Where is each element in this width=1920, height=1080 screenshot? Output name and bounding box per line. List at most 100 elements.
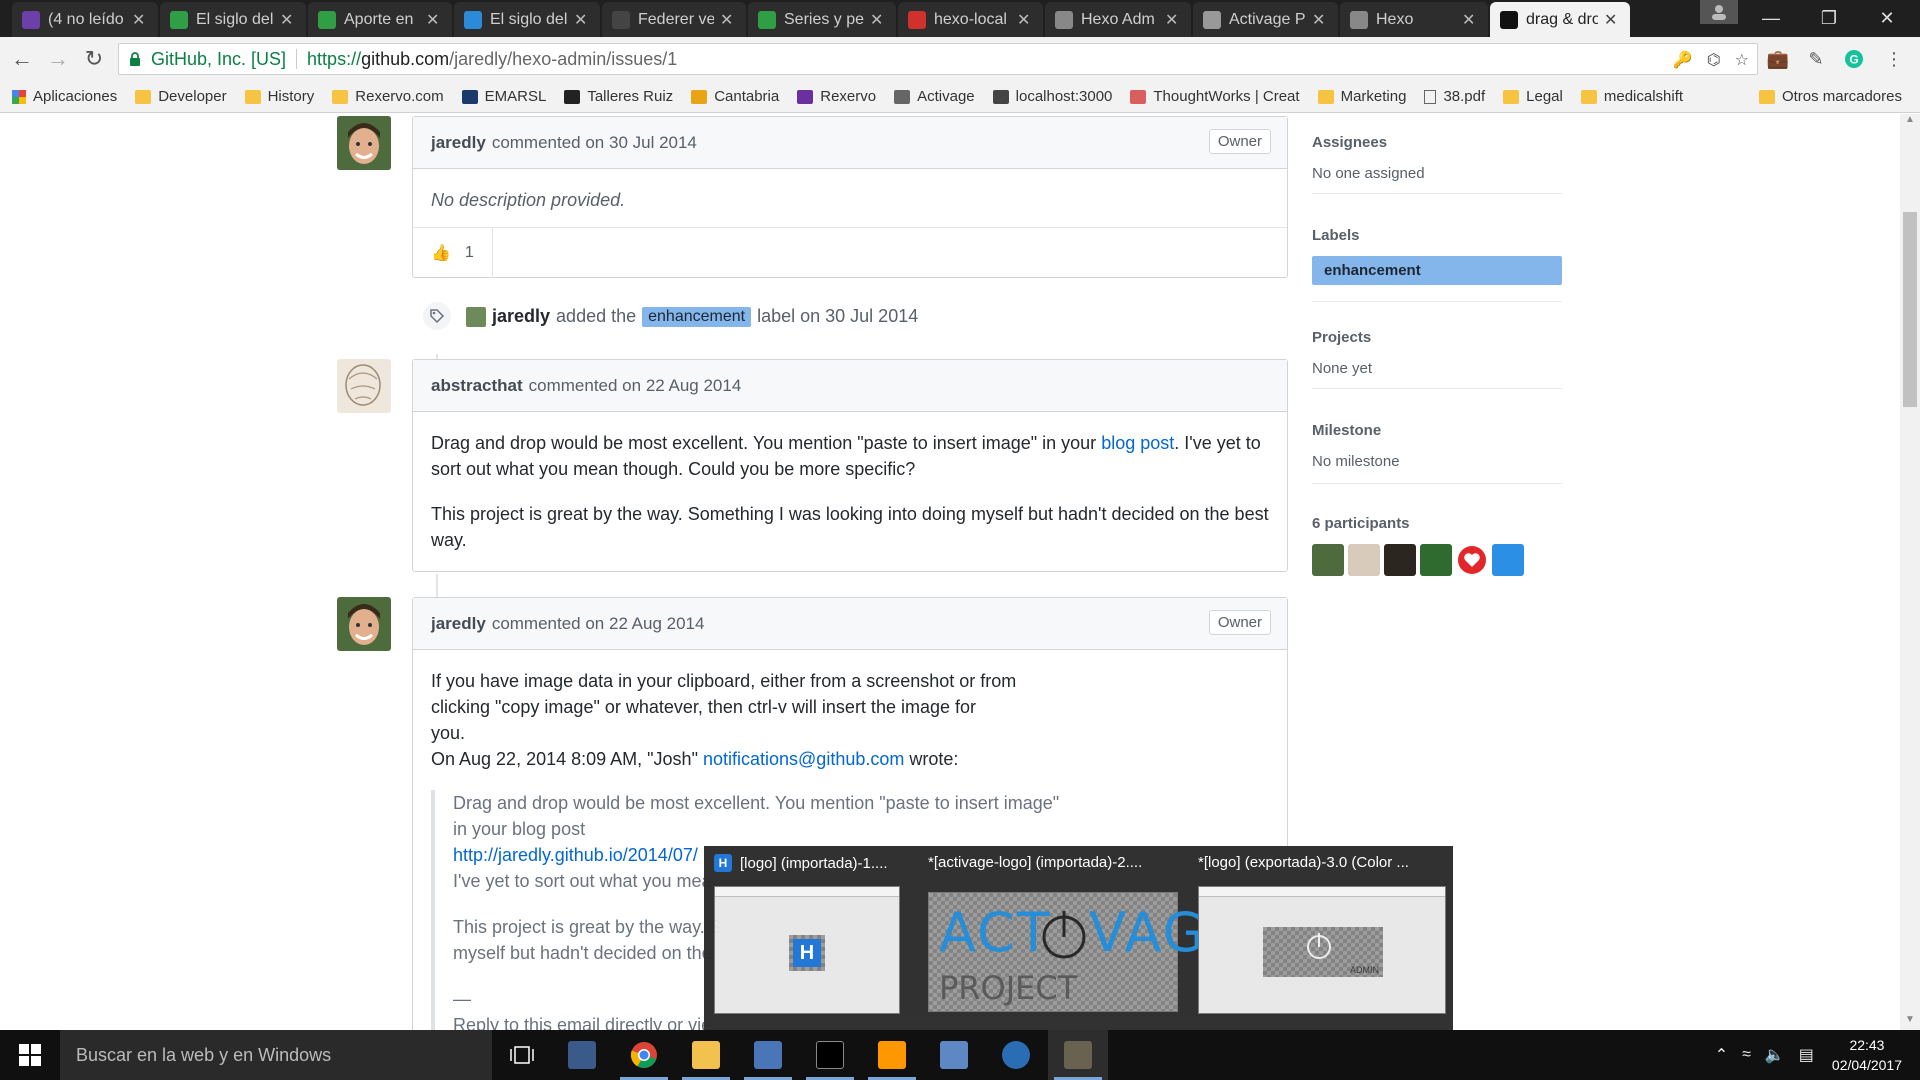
bookmark-item[interactable]: ThoughtWorks | Creat: [1130, 88, 1300, 105]
forward-button[interactable]: →: [44, 45, 72, 73]
blog-url-link[interactable]: http://jaredly.github.io/2014/07/: [453, 845, 698, 865]
taskbar-terminal[interactable]: [800, 1030, 860, 1080]
comment-author[interactable]: jaredly: [431, 614, 486, 634]
tab-close-icon[interactable]: ✕: [1017, 10, 1033, 30]
browser-tab[interactable]: Federer ve ✕: [602, 2, 746, 37]
taskbar-sublime[interactable]: [862, 1030, 922, 1080]
taskbar-gimp[interactable]: [1048, 1030, 1108, 1080]
avatar-jaredly-small[interactable]: [466, 306, 486, 327]
sidebar-title[interactable]: Projects: [1312, 329, 1562, 346]
bookmark-item[interactable]: Developer: [135, 88, 227, 105]
sidebar-title[interactable]: Labels: [1312, 227, 1562, 244]
wifi-icon[interactable]: ≈: [1742, 1046, 1751, 1064]
browser-tab[interactable]: Activage P ✕: [1193, 2, 1338, 37]
chevron-up-icon[interactable]: ⌃: [1715, 1045, 1728, 1065]
bookmark-item[interactable]: localhost:3000: [992, 88, 1112, 105]
other-bookmarks[interactable]: Otros marcadores: [1758, 88, 1902, 105]
event-author[interactable]: jaredly: [492, 306, 550, 327]
blog-post-link[interactable]: blog post: [1101, 433, 1174, 453]
notifications-icon[interactable]: ▤: [1799, 1045, 1814, 1065]
bookmark-item[interactable]: EMARSL: [461, 88, 546, 105]
browser-tab[interactable]: Aporte en ✕: [308, 2, 452, 37]
tab-close-icon[interactable]: ✕: [132, 10, 148, 30]
tab-close-icon[interactable]: ✕: [426, 10, 442, 30]
browser-tab[interactable]: El siglo del ✕: [160, 2, 306, 37]
browser-tab[interactable]: Series y pe ✕: [748, 2, 896, 37]
comment-author[interactable]: abstracthat: [431, 376, 523, 396]
scrollbar-thumb[interactable]: [1903, 212, 1917, 407]
participant-avatar[interactable]: [1348, 544, 1380, 576]
bookmark-item[interactable]: Marketing: [1317, 88, 1406, 105]
comment-timestamp[interactable]: commented on 22 Aug 2014: [492, 614, 705, 634]
thumbnail-window-2[interactable]: *[activage-logo] (importada)-2.... ACT V…: [914, 846, 1240, 1030]
enhancement-label[interactable]: enhancement: [642, 306, 752, 327]
taskbar-search[interactable]: Buscar en la web y en Windows: [60, 1030, 492, 1080]
menu-icon[interactable]: ⋮: [1882, 47, 1906, 71]
key-icon[interactable]: 🔑: [1673, 50, 1693, 70]
bookmark-item[interactable]: Legal: [1503, 88, 1563, 105]
tab-close-icon[interactable]: ✕: [1462, 10, 1478, 30]
browser-tab[interactable]: El siglo del ✕: [454, 2, 600, 37]
back-button[interactable]: ←: [8, 45, 36, 73]
participant-avatar[interactable]: [1492, 544, 1524, 576]
thumbnail-window-3[interactable]: *[logo] (exportada)-3.0 (Color ... ADMIN: [1184, 846, 1453, 1030]
tab-close-icon[interactable]: ✕: [1604, 10, 1620, 30]
grammarly-icon[interactable]: G: [1842, 47, 1866, 71]
sidebar-enhancement-label[interactable]: enhancement: [1312, 256, 1562, 285]
tab-close-icon[interactable]: ✕: [720, 10, 736, 30]
taskbar-chrome[interactable]: [614, 1030, 674, 1080]
browser-tab[interactable]: drag & dro ✕: [1490, 2, 1630, 37]
taskbar-network-app[interactable]: [924, 1030, 984, 1080]
star-icon[interactable]: ☆: [1735, 50, 1749, 70]
comment-timestamp[interactable]: commented on 30 Jul 2014: [492, 133, 697, 153]
participant-avatar[interactable]: [1312, 544, 1344, 576]
eyedropper-icon[interactable]: ✎: [1804, 47, 1828, 71]
bookmark-item[interactable]: 38.pdf: [1424, 88, 1485, 105]
tab-close-icon[interactable]: ✕: [1165, 10, 1181, 30]
translate-icon[interactable]: ⌬: [1707, 50, 1721, 70]
profile-button[interactable]: [1700, 0, 1738, 24]
volume-icon[interactable]: 🔈: [1765, 1045, 1785, 1065]
task-view-button[interactable]: [492, 1030, 552, 1080]
participant-avatar[interactable]: [1420, 544, 1452, 576]
scroll-up-icon[interactable]: ▲: [1900, 114, 1920, 130]
bookmark-item[interactable]: Talleres Ruiz: [564, 88, 673, 105]
participant-avatar[interactable]: [1384, 544, 1416, 576]
browser-tab[interactable]: hexo-local ✕: [898, 2, 1043, 37]
browser-tab[interactable]: (4 no leído ✕: [12, 2, 158, 37]
bookmark-item[interactable]: Rexervo: [797, 88, 876, 105]
taskbar-app-1[interactable]: [552, 1030, 612, 1080]
bookmark-item[interactable]: Rexervo.com: [332, 88, 444, 105]
taskbar-thunderbird[interactable]: [986, 1030, 1046, 1080]
extension-bag-icon[interactable]: 💼: [1766, 47, 1790, 71]
browser-tab[interactable]: Hexo Adm ✕: [1045, 2, 1191, 37]
tab-close-icon[interactable]: ✕: [1312, 10, 1328, 30]
sidebar-title[interactable]: Assignees: [1312, 134, 1562, 151]
maximize-button[interactable]: ❐: [1800, 0, 1858, 36]
avatar-jaredly[interactable]: [337, 116, 391, 170]
bookmark-item[interactable]: Cantabria: [691, 88, 779, 105]
start-button[interactable]: [0, 1030, 60, 1080]
scroll-down-icon[interactable]: ▼: [1900, 1014, 1920, 1030]
thumbs-up-reaction[interactable]: 👍 1: [413, 227, 493, 278]
tab-close-icon[interactable]: ✕: [280, 10, 296, 30]
tab-close-icon[interactable]: ✕: [870, 10, 886, 30]
address-bar[interactable]: GitHub, Inc. [US] https://github.com/jar…: [118, 43, 1758, 75]
security-chip[interactable]: GitHub, Inc. [US]: [151, 49, 286, 70]
reload-button[interactable]: ↻: [80, 45, 108, 73]
participant-avatar[interactable]: [1456, 544, 1488, 576]
taskbar-app-4[interactable]: [738, 1030, 798, 1080]
comment-timestamp[interactable]: commented on 22 Aug 2014: [529, 376, 742, 396]
clock[interactable]: 22:43 02/04/2017: [1832, 1035, 1902, 1075]
tab-close-icon[interactable]: ✕: [574, 10, 590, 30]
comment-author[interactable]: jaredly: [431, 133, 486, 153]
taskbar-explorer[interactable]: [676, 1030, 736, 1080]
bookmark-item[interactable]: History: [244, 88, 314, 105]
browser-tab[interactable]: Hexo ✕: [1340, 2, 1488, 37]
sidebar-title[interactable]: Milestone: [1312, 422, 1562, 439]
avatar-abstracthat[interactable]: [337, 359, 391, 413]
page-scrollbar[interactable]: ▲ ▼: [1900, 114, 1920, 1030]
avatar-jaredly[interactable]: [337, 597, 391, 651]
bookmark-item[interactable]: Activage: [894, 88, 975, 105]
email-link[interactable]: notifications@github.com: [703, 749, 904, 769]
